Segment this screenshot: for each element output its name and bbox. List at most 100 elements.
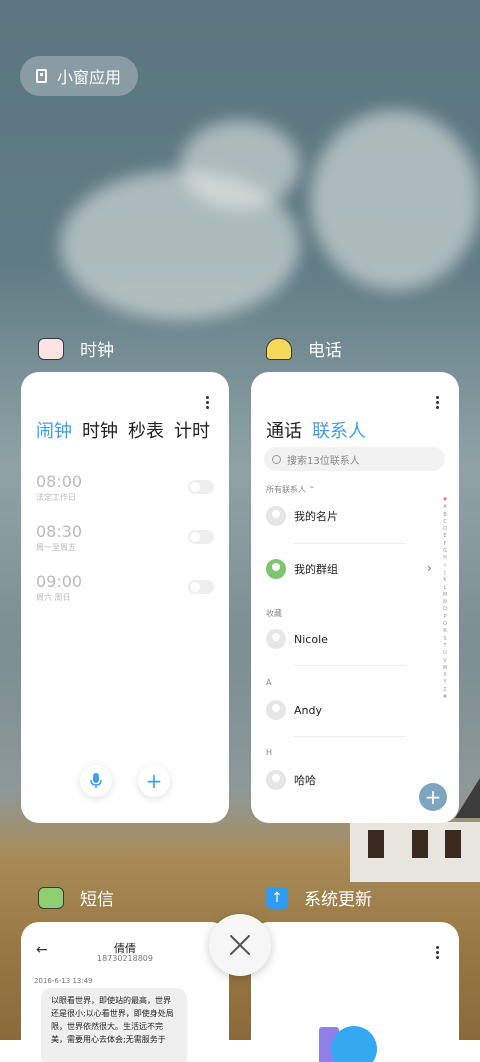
divider (294, 543, 406, 544)
list-item[interactable]: Andy (266, 700, 416, 720)
alphabet-letter[interactable]: J (444, 570, 445, 577)
list-item[interactable]: 我的名片 (266, 506, 416, 526)
clock-app-header: 时钟 (38, 336, 114, 361)
message-bubble: 以眼看世界，即使站的最高，世界还是很小;以心看世界，即使身处局限，世界依然很大。… (41, 988, 187, 1062)
avatar (266, 629, 286, 649)
contact-name: 哈哈 (294, 774, 316, 787)
tab-calls[interactable]: 通话 (266, 417, 302, 443)
list-item[interactable]: 我的群组 (266, 559, 416, 579)
group-icon (266, 559, 286, 579)
more-icon[interactable] (436, 946, 439, 961)
clock-tabs: 闹钟 时钟 秒表 计时 (36, 417, 210, 443)
clock-app-icon (38, 337, 64, 360)
divider (294, 736, 406, 737)
tab-contacts[interactable]: 联系人 (312, 417, 366, 443)
close-all-button[interactable] (209, 914, 271, 976)
more-icon[interactable] (436, 396, 439, 411)
alphabet-letter[interactable]: L (444, 585, 447, 592)
small-window-apps-button[interactable]: 小窗应用 (20, 56, 138, 96)
microphone-icon (90, 773, 102, 788)
more-icon[interactable] (206, 396, 209, 411)
alphabet-letter[interactable]: Q (443, 621, 447, 628)
update-app-title: 系统更新 (304, 890, 372, 910)
update-app-card[interactable] (251, 922, 459, 1062)
alarm-toggle[interactable] (188, 530, 214, 544)
avatar (266, 506, 286, 526)
all-contacts-filter[interactable]: 所有联系人 ⌃ (266, 484, 315, 495)
phone-app-title: 电话 (308, 341, 342, 361)
clock-app-card[interactable]: 闹钟 时钟 秒表 计时 08:00 法定工作日 08:30 周一至周五 09:0… (21, 372, 229, 823)
plus-icon: + (424, 785, 442, 809)
alarm-repeat: 周六 周日 (36, 593, 71, 602)
alphabet-letter[interactable]: ♥ (443, 497, 447, 504)
tab-clock[interactable]: 时钟 (82, 417, 118, 443)
alarm-repeat: 法定工作日 (36, 493, 76, 502)
alphabet-letter[interactable]: E (443, 533, 446, 540)
contact-search-input[interactable]: 搜索13位联系人 (264, 447, 445, 471)
phone-app-icon (266, 337, 292, 360)
alphabet-letter[interactable]: V (443, 658, 446, 665)
alphabet-letter[interactable]: A (443, 504, 446, 511)
contact-name: 我的群组 (294, 563, 338, 576)
alphabet-letter[interactable]: # (443, 694, 447, 701)
alphabet-letter[interactable]: T (443, 643, 446, 650)
alphabet-letter[interactable]: U (443, 650, 447, 657)
voice-alarm-button[interactable] (80, 765, 112, 797)
alphabet-letter[interactable]: K (443, 577, 446, 584)
alphabet-letter[interactable]: R (443, 628, 446, 635)
section-header: H (266, 748, 273, 757)
avatar (266, 770, 286, 790)
alphabet-letter[interactable]: Z (443, 687, 446, 694)
tab-timer[interactable]: 计时 (174, 417, 210, 443)
close-icon (230, 935, 250, 955)
cloud (180, 120, 300, 210)
sms-app-card[interactable]: ← 倩倩 18730218809 2016-6-13 13:49 以眼看世界，即… (21, 922, 229, 1062)
alphabet-letter[interactable]: H (443, 555, 447, 562)
add-alarm-button[interactable]: + (138, 765, 170, 797)
sort-icon: ⌃ (308, 485, 316, 494)
update-app-icon: ↑ (266, 886, 288, 909)
search-placeholder: 搜索13位联系人 (287, 455, 360, 467)
alphabet-letter[interactable]: W (443, 665, 448, 672)
alarm-toggle[interactable] (188, 480, 214, 494)
list-item[interactable]: 哈哈 (266, 770, 416, 790)
section-header: 收藏 (266, 609, 282, 618)
alphabet-letter[interactable]: N (443, 599, 447, 606)
chevron-right-icon: › (427, 561, 432, 575)
alphabet-letter[interactable]: Y (443, 679, 446, 686)
clock-app-title: 时钟 (80, 341, 114, 361)
alphabet-letter[interactable]: X (443, 672, 446, 679)
add-contact-button[interactable]: + (419, 783, 447, 811)
all-contacts-label: 所有联系人 (266, 485, 306, 494)
phone-app-card[interactable]: 通话 联系人 搜索13位联系人 所有联系人 ⌃ 我的名片 我的群组 › 收藏 N… (251, 372, 459, 823)
small-window-label: 小窗应用 (57, 68, 122, 87)
contact-number: 18730218809 (97, 954, 153, 963)
sms-app-header: 短信 (38, 885, 114, 910)
contact-name: Andy (294, 703, 322, 717)
alphabet-letter[interactable]: C (443, 519, 447, 526)
tab-stopwatch[interactable]: 秒表 (128, 417, 164, 443)
sms-app-icon (38, 886, 64, 909)
list-item[interactable]: Nicole (266, 629, 416, 649)
search-icon (272, 454, 281, 464)
alarm-toggle[interactable] (188, 580, 214, 594)
alphabet-letter[interactable]: S (443, 636, 446, 643)
phone-tabs: 通话 联系人 (266, 417, 366, 443)
plus-icon: + (145, 769, 163, 793)
alphabet-letter[interactable]: O (443, 606, 447, 613)
small-window-icon (36, 69, 47, 83)
alphabet-letter[interactable]: G (443, 548, 447, 555)
alphabet-letter[interactable]: F (444, 541, 447, 548)
contact-name: 我的名片 (294, 510, 338, 523)
avatar (266, 700, 286, 720)
alphabet-letter[interactable]: B (443, 512, 446, 519)
cloud (310, 110, 480, 290)
alphabet-letter[interactable]: I (444, 563, 445, 570)
alphabet-letter[interactable]: M (443, 592, 447, 599)
alphabet-letter[interactable]: D (443, 526, 447, 533)
alphabet-index[interactable]: ♥ A B C D E F G H I J K L M N O P Q R S T U V W X Y Z # (441, 497, 449, 701)
alphabet-letter[interactable]: P (443, 614, 446, 621)
update-app-header: ↑ 系统更新 (266, 885, 372, 910)
section-header: A (266, 678, 272, 687)
tab-alarm[interactable]: 闹钟 (36, 417, 72, 443)
